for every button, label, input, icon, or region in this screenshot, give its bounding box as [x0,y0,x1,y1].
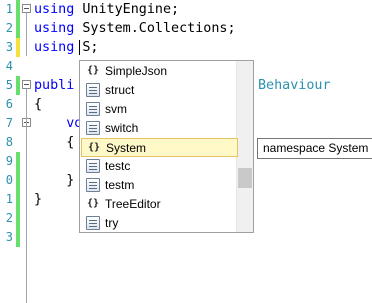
line-number: 7 [5,116,13,130]
line-number: 9 [5,154,13,168]
code-text: using System.Collections; [34,21,236,36]
code-text: } [34,192,43,207]
code-text: { [34,135,75,150]
autocomplete-item[interactable]: switch [81,119,238,138]
autocomplete-item[interactable]: {} SimpleJson [81,62,238,81]
saved-change-marker [16,228,20,247]
fold-guide [26,127,27,303]
namespace-icon: {} [86,198,100,209]
line-number: 8 [5,135,13,149]
scrollbar-thumb[interactable] [238,168,252,188]
line-number: 2 [5,211,13,225]
saved-change-marker [16,76,20,95]
code-line[interactable]: 3 using S; [0,38,372,57]
keyword-icon [86,216,100,230]
line-number: 1 [5,2,13,16]
code-line[interactable]: 1 using UnityEngine; [0,0,372,19]
autocomplete-item-label: TreeEditor [105,197,161,211]
autocomplete-item-label: struct [105,83,135,97]
code-text: } [34,173,75,188]
autocomplete-item-label: svm [105,102,127,116]
namespace-icon: {} [87,142,101,153]
autocomplete-item[interactable]: testm [81,176,238,195]
autocomplete-item[interactable]: testc [81,157,238,176]
autocomplete-item-label: System [106,141,147,155]
line-number: 2 [5,21,13,35]
code-line[interactable]: 2 using System.Collections; [0,19,372,38]
autocomplete-item-selected[interactable]: {} System [81,138,238,157]
autocomplete-item-label: SimpleJson [105,64,168,78]
saved-change-marker [16,190,20,209]
line-number: 0 [5,173,13,187]
saved-change-marker [16,171,20,190]
keyword-icon [86,121,100,135]
keyword-icon [86,159,100,173]
line-number: 3 [5,40,13,54]
code-text: publi [34,78,75,93]
autocomplete-scrollbar[interactable] [236,61,253,232]
code-text: { [34,97,43,112]
autocomplete-popup[interactable]: {} SimpleJson struct svm switch {} System testc… [79,60,254,233]
base-class-name: Behaviour [258,78,331,93]
autocomplete-item[interactable]: struct [81,81,238,100]
line-number: 1 [5,192,13,206]
code-text: using UnityEngine; [34,2,180,17]
autocomplete-item-label: testm [105,178,135,192]
autocomplete-item[interactable]: {} TreeEditor [81,195,238,214]
line-number: 4 [5,59,13,73]
collapse-icon[interactable] [22,80,31,89]
autocomplete-item[interactable]: try [81,214,238,233]
saved-change-marker [16,0,20,19]
saved-change-marker [16,19,20,38]
code-text: vo [34,116,83,131]
line-number: 6 [5,97,13,111]
autocomplete-item-label: try [105,216,119,230]
keyword-icon [86,178,100,192]
keyword-icon [86,83,100,97]
autocomplete-item-label: switch [105,121,139,135]
collapse-icon[interactable] [22,4,31,13]
text-caret [79,40,80,55]
code-text: using S; [34,40,99,55]
line-number: 3 [5,230,13,244]
namespace-icon: {} [86,65,100,76]
line-number: 5 [5,78,13,92]
autocomplete-item-label: testc [105,159,131,173]
saved-change-marker [16,152,20,171]
autocomplete-item[interactable]: svm [81,100,238,119]
saved-change-marker [16,209,20,228]
unsaved-change-marker [16,38,20,57]
autocomplete-tooltip: namespace System [257,138,372,159]
keyword-icon [86,102,100,116]
fold-guide [26,13,27,56]
